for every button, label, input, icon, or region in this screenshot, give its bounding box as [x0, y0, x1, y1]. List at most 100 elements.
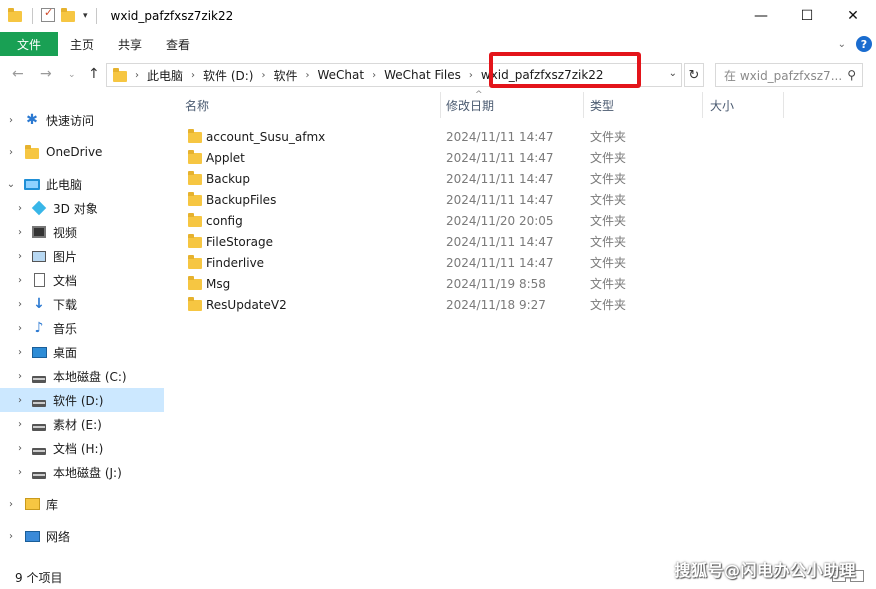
chevron-right-icon[interactable]: › [13, 203, 27, 214]
chevron-down-icon[interactable]: ⌄ [4, 179, 18, 190]
chevron-right-icon[interactable]: › [467, 70, 475, 81]
sidebar-item-label: 桌面 [53, 345, 78, 360]
up-arrow-icon[interactable]: ↑ [88, 66, 100, 82]
pc-icon [24, 176, 40, 192]
item-count: 9 个项目 [15, 571, 63, 585]
sidebar-item-label: OneDrive [46, 145, 103, 159]
chevron-right-icon[interactable]: › [13, 323, 27, 334]
column-header-size[interactable]: 大小 [695, 92, 785, 118]
sidebar-item-documents[interactable]: › 文档 [0, 268, 164, 292]
quick-access-toolbar: ▾ [0, 6, 101, 24]
breadcrumb-this-pc[interactable]: 此电脑 [141, 67, 189, 84]
chevron-right-icon[interactable]: › [4, 531, 18, 542]
divider [32, 8, 33, 24]
chevron-right-icon[interactable]: › [13, 251, 27, 262]
table-row[interactable]: config 2024/11/20 20:05 文件夹 [170, 210, 876, 231]
chevron-right-icon[interactable]: › [133, 70, 141, 81]
breadcrumb-wxid-folder[interactable]: wxid_pafzfxsz7zik22 [475, 68, 610, 82]
minimize-button[interactable]: — [738, 0, 784, 32]
table-row[interactable]: account_Susu_afmx 2024/11/11 14:47 文件夹 [170, 126, 876, 147]
sidebar-item-label: 软件 (D:) [53, 393, 104, 408]
sidebar-item-desktop[interactable]: › 桌面 [0, 340, 164, 364]
chevron-right-icon[interactable]: › [13, 299, 27, 310]
chevron-right-icon[interactable]: › [13, 467, 27, 478]
file-name: config [206, 213, 243, 228]
divider [95, 8, 97, 24]
search-input[interactable]: 在 wxid_pafzfxsz7... ⚲ [715, 63, 863, 87]
breadcrumb-wechat-files[interactable]: WeChat Files [378, 68, 467, 82]
sidebar-item-videos[interactable]: › 视频 [0, 220, 164, 244]
tab-share[interactable]: 共享 [106, 32, 154, 56]
address-dropdown-icon[interactable]: ⌄ [669, 68, 677, 79]
breadcrumb-drive-d[interactable]: 软件 (D:) [197, 67, 259, 84]
tab-view[interactable]: 查看 [154, 32, 202, 56]
sidebar-item-3d-objects[interactable]: › 3D 对象 [0, 196, 164, 220]
chevron-right-icon[interactable]: › [304, 70, 312, 81]
sidebar-item-drive-e[interactable]: › 素材 (E:) [0, 412, 164, 436]
search-placeholder: 在 wxid_pafzfxsz7... [724, 68, 843, 83]
column-divider[interactable] [783, 92, 784, 118]
maximize-button[interactable]: ☐ [784, 0, 830, 32]
column-header-type[interactable]: 类型 [575, 92, 695, 118]
sidebar-item-downloads[interactable]: › ↓ 下载 [0, 292, 164, 316]
close-button[interactable]: ✕ [830, 0, 876, 32]
breadcrumb-wechat[interactable]: WeChat [312, 68, 371, 82]
chevron-right-icon[interactable]: › [13, 347, 27, 358]
properties-icon[interactable] [41, 6, 57, 24]
forward-arrow-icon[interactable]: → [40, 66, 52, 82]
chevron-right-icon[interactable]: › [4, 499, 18, 510]
folder-icon [24, 144, 40, 160]
chevron-right-icon[interactable]: › [4, 147, 18, 158]
sidebar-item-drive-j[interactable]: › 本地磁盘 (J:) [0, 460, 164, 484]
table-row[interactable]: Finderlive 2024/11/11 14:47 文件夹 [170, 252, 876, 273]
chevron-right-icon[interactable]: › [13, 443, 27, 454]
drive-icon [31, 368, 47, 384]
chevron-right-icon[interactable]: › [13, 275, 27, 286]
sidebar-item-network[interactable]: › 网络 [0, 524, 164, 548]
tab-home[interactable]: 主页 [58, 32, 106, 56]
breadcrumb-software[interactable]: 软件 [267, 67, 303, 84]
table-row[interactable]: BackupFiles 2024/11/11 14:47 文件夹 [170, 189, 876, 210]
file-name: Msg [206, 276, 231, 291]
sidebar-item-label: 此电脑 [46, 177, 83, 192]
address-bar[interactable]: › 此电脑 › 软件 (D:) › 软件 › WeChat › WeChat F… [106, 63, 682, 87]
folder-icon[interactable] [8, 8, 24, 24]
refresh-button[interactable]: ↻ [684, 63, 704, 87]
recent-locations-dropdown-icon[interactable]: ⌄ [68, 70, 76, 80]
sidebar-item-drive-c[interactable]: › 本地磁盘 (C:) [0, 364, 164, 388]
sidebar-item-label: 3D 对象 [53, 201, 98, 216]
back-arrow-icon[interactable]: ← [12, 66, 24, 82]
chevron-right-icon[interactable]: › [13, 227, 27, 238]
new-folder-icon[interactable] [61, 8, 77, 24]
chevron-right-icon[interactable]: › [13, 419, 27, 430]
customize-toolbar-dropdown-icon[interactable]: ▾ [83, 11, 88, 21]
chevron-right-icon[interactable]: › [370, 70, 378, 81]
chevron-right-icon[interactable]: › [13, 371, 27, 382]
sidebar-item-drive-d[interactable]: › 软件 (D:) [0, 388, 164, 412]
file-date: 2024/11/11 14:47 [446, 129, 554, 144]
sidebar-item-music[interactable]: › ♪ 音乐 [0, 316, 164, 340]
sidebar-item-drive-h[interactable]: › 文档 (H:) [0, 436, 164, 460]
table-row[interactable]: Msg 2024/11/19 8:58 文件夹 [170, 273, 876, 294]
sidebar-item-this-pc[interactable]: ⌄ 此电脑 [0, 172, 164, 196]
chevron-right-icon[interactable]: › [13, 395, 27, 406]
chevron-right-icon[interactable]: › [4, 115, 18, 126]
column-header-date[interactable]: 修改日期 [431, 92, 575, 118]
table-row[interactable]: Backup 2024/11/11 14:47 文件夹 [170, 168, 876, 189]
sidebar-item-quick-access[interactable]: › ✱ 快速访问 [0, 108, 164, 132]
sidebar-item-libraries[interactable]: › 库 [0, 492, 164, 516]
expand-ribbon-icon[interactable]: ⌄ [838, 39, 846, 50]
help-icon[interactable]: ? [856, 36, 872, 52]
table-row[interactable]: ResUpdateV2 2024/11/18 9:27 文件夹 [170, 294, 876, 315]
search-icon: ⚲ [847, 68, 856, 82]
sidebar-item-pictures[interactable]: › 图片 [0, 244, 164, 268]
chevron-right-icon[interactable]: › [259, 70, 267, 81]
table-row[interactable]: Applet 2024/11/11 14:47 文件夹 [170, 147, 876, 168]
column-header-name[interactable]: 名称 [170, 92, 440, 118]
tab-file[interactable]: 文件 [0, 32, 58, 56]
chevron-right-icon[interactable]: › [189, 70, 197, 81]
sidebar-item-onedrive[interactable]: › OneDrive [0, 140, 164, 164]
folder-icon [188, 297, 202, 311]
table-row[interactable]: FileStorage 2024/11/11 14:47 文件夹 [170, 231, 876, 252]
address-row: ← → ⌄ ↑ › 此电脑 › 软件 (D:) › 软件 › WeChat › … [0, 60, 876, 90]
